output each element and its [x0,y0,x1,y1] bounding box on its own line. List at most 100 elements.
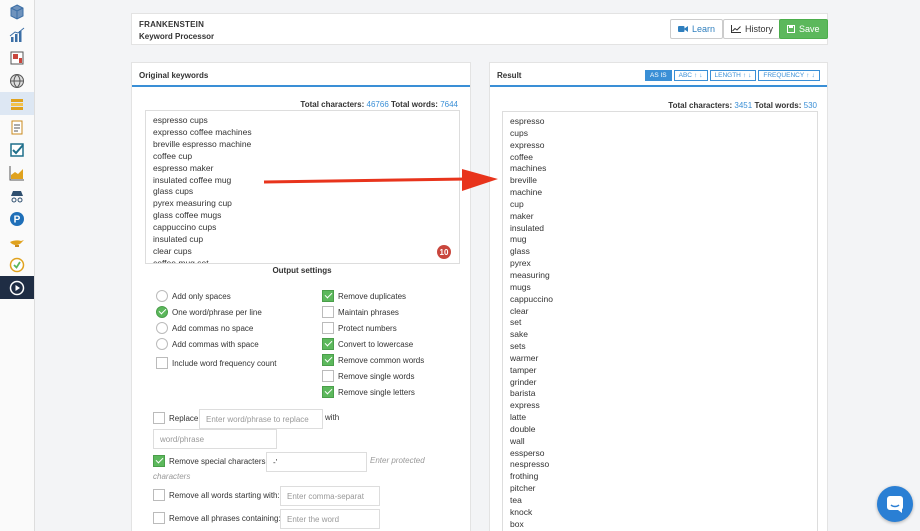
tool-header: FRANKENSTEIN Keyword Processor Learn His… [131,13,828,45]
spacing-option[interactable]: Add commas with space [156,338,259,350]
result-textarea[interactable]: espresso cups expresso coffee machines brevil… [502,111,818,531]
sort-ascending-icon[interactable]: ↑ [806,72,809,79]
spacing-option[interactable]: Add commas no space [156,322,253,334]
filter-checkbox[interactable] [322,290,334,302]
containing-input[interactable]: Enter the word [280,509,380,529]
result-word-line: pitcher [510,483,536,494]
spacing-option[interactable]: One word/phrase per line [156,306,262,318]
filter-checkbox[interactable] [322,338,334,350]
special-chars-checkbox[interactable] [153,455,165,467]
original-keyword-line: coffee mug set [153,257,209,264]
learn-button[interactable]: Learn [670,19,724,39]
app-rail-rank-tracker[interactable] [0,23,34,46]
replace-checkbox[interactable] [153,412,165,424]
original-keyword-line: coffee cup [153,150,193,161]
filter-option[interactable]: Remove single letters [322,386,415,398]
result-word-line: maker [510,210,534,221]
grammar-badge[interactable]: 10 [437,245,451,259]
sort-button[interactable]: LENGTH ↑ ↓ [709,70,757,81]
play-circle-icon [9,280,25,295]
result-word-line: double [510,423,536,434]
app-rail-genie[interactable] [0,230,34,253]
filter-checkbox[interactable] [322,306,334,318]
app-rail-spy[interactable] [0,184,34,207]
app-rail-clipboard[interactable] [0,115,34,138]
line-chart-icon [731,25,741,33]
filter-option[interactable]: Protect numbers [322,322,397,334]
starting-with-option[interactable]: Remove all words starting with: [153,489,280,501]
chat-launcher-button[interactable] [877,486,913,522]
protected-hint-cont: characters [153,472,191,481]
filter-label: Remove common words [338,355,425,365]
containing-option[interactable]: Remove all phrases containing: [153,512,281,524]
app-rail-report[interactable] [0,46,34,69]
starting-with-checkbox[interactable] [153,489,165,501]
app-rail-area-chart[interactable] [0,161,34,184]
sort-descending-icon[interactable]: ↓ [811,72,814,79]
protected-hint: Enter protected [370,456,425,465]
spacing-radio[interactable] [156,306,168,318]
result-word-line: expresso [510,139,545,150]
filter-checkbox[interactable] [322,354,334,366]
spacing-radio[interactable] [156,322,168,334]
app-rail-parking[interactable]: P [0,207,34,230]
app-rail-badge[interactable] [0,253,34,276]
spacing-option[interactable]: Add only spaces [156,290,231,302]
filter-option[interactable]: Remove duplicates [322,290,406,302]
result-words-label: Total words: [754,101,802,110]
result-word-line: glass [510,246,530,257]
app-rail-cube[interactable] [0,0,34,23]
special-chars-option[interactable]: Remove special characters: [153,455,268,467]
sort-ascending-icon[interactable]: ↑ [743,72,746,79]
starting-with-label: Remove all words starting with: [169,490,280,500]
spacing-label: One word/phrase per line [172,307,262,317]
app-rail-checklist[interactable] [0,138,34,161]
app-rail-globe[interactable] [0,69,34,92]
sort-label: ABC [678,72,692,79]
original-keyword-line: pyrex measuring cup [153,198,232,209]
brand-title: FRANKENSTEIN [139,20,205,29]
filter-checkbox[interactable] [322,322,334,334]
sort-label: AS IS [650,72,667,79]
filter-checkbox[interactable] [322,370,334,382]
sort-button[interactable]: FREQUENCY ↑ ↓ [758,70,820,81]
spacing-label: Add commas with space [172,339,259,349]
frequency-count-checkbox[interactable] [156,357,168,369]
filter-option[interactable]: Convert to lowercase [322,338,413,350]
replace-label: Replace [169,413,199,423]
sort-descending-icon[interactable]: ↓ [748,72,751,79]
starting-with-input[interactable]: Enter comma-separat [280,486,380,506]
sort-ascending-icon[interactable]: ↑ [694,72,697,79]
filter-label: Remove duplicates [338,291,407,301]
frequency-count-option[interactable]: Include word frequency count [156,357,277,369]
special-chars-input[interactable]: -' [266,452,367,472]
sort-button[interactable]: AS IS [645,70,672,81]
result-word-line: warmer [510,352,539,363]
original-keyword-line: expresso coffee machines [153,126,252,137]
result-word-line: pyrex [510,258,531,269]
save-button[interactable]: Save [779,19,828,39]
replace-option[interactable]: Replace [153,412,198,424]
containing-checkbox[interactable] [153,512,165,524]
spacing-radio[interactable] [156,338,168,350]
history-button[interactable]: History [723,19,782,39]
filter-option[interactable]: Remove single words [322,370,414,382]
result-chars-value: 3451 [734,101,753,110]
checklist-icon [10,142,24,157]
sort-button[interactable]: ABC ↑ ↓ [673,70,708,81]
original-chars-value: 46766 [366,100,389,109]
result-word-line: latte [510,412,527,423]
sort-label: LENGTH [714,72,741,79]
filter-option[interactable]: Remove common words [322,354,424,366]
frequency-count-label: Include word frequency count [172,358,277,368]
filter-option[interactable]: Maintain phrases [322,306,399,318]
result-word-line: insulated [510,222,545,233]
replace-input[interactable]: Enter word/phrase to replace [199,409,323,429]
app-rail-keyword-processor[interactable] [0,92,34,115]
floppy-disk-icon [787,25,795,33]
with-input[interactable]: word/phrase [153,429,277,449]
spacing-radio[interactable] [156,290,168,302]
filter-checkbox[interactable] [322,386,334,398]
app-rail-video[interactable] [0,276,34,299]
sort-descending-icon[interactable]: ↓ [699,72,702,79]
